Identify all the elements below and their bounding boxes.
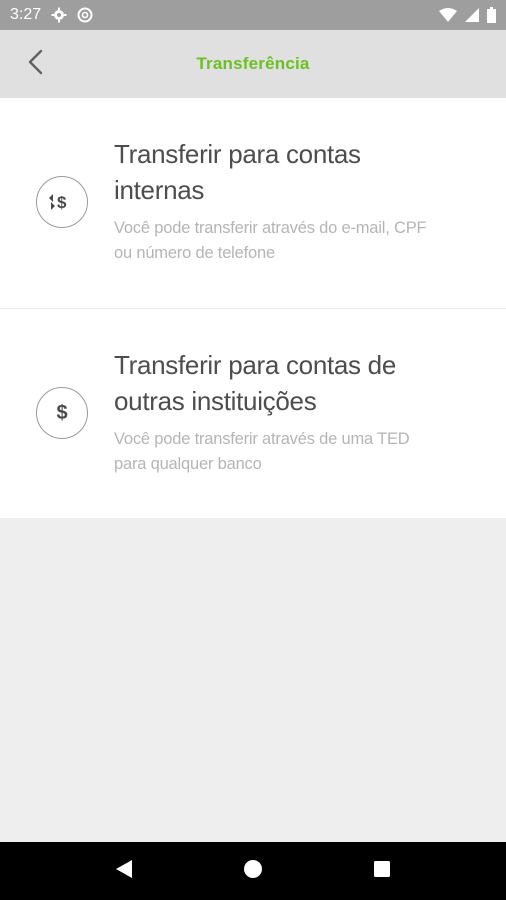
status-time: 3:27 [10,6,42,23]
option-desc-line: Você pode transferir através de uma TED [114,430,410,448]
chevron-left-icon [26,49,46,80]
option-desc-line: Você pode transferir através do e-mail, … [114,219,427,237]
option-title-line: internas [114,175,205,205]
vpn-icon [77,7,93,23]
nav-recents-button[interactable] [362,851,402,891]
back-button[interactable] [18,46,54,82]
signal-icon [465,8,479,22]
nav-home-button[interactable] [233,851,273,891]
wifi-icon [439,8,457,22]
option-internal-text: Transferir para contas internas Você pod… [114,136,476,266]
home-circle-icon [243,859,263,884]
status-right [439,7,496,23]
option-title-line: Transferir para contas de [114,350,397,380]
page-title: Transferência [196,54,310,73]
gear-icon [51,7,67,23]
option-title-line: Transferir para contas [114,139,361,169]
option-internal-transfer[interactable]: $ Transferir para contas internas Você p… [0,98,506,308]
transfer-options-list: $ Transferir para contas internas Você p… [0,98,506,518]
back-triangle-icon [115,859,133,884]
option-title: Transferir para contas internas [114,136,476,208]
option-description: Você pode transferir através do e-mail, … [114,216,476,266]
dollar-glyph: $ [56,401,68,424]
screen: 3:27 Transferência $ Transferir para con… [0,0,506,900]
dollar-icon: $ [36,387,88,439]
option-title: Transferir para contas de outras institu… [114,347,476,419]
option-description: Você pode transferir através de uma TED … [114,427,476,477]
option-desc-line: para qualquer banco [114,455,262,473]
option-desc-line: ou número de telefone [114,244,275,262]
recents-square-icon [373,860,391,883]
option-title-line: outras instituições [114,386,317,416]
app-bar: Transferência [0,30,506,98]
status-bar: 3:27 [0,0,506,30]
nav-back-button[interactable] [104,851,144,891]
svg-text:$: $ [57,193,67,212]
option-external-text: Transferir para contas de outras institu… [114,347,476,477]
nav-bar [0,842,506,900]
internal-transfer-icon: $ [36,176,88,228]
battery-icon [487,7,496,23]
option-external-transfer[interactable]: $ Transferir para contas de outras insti… [0,308,506,518]
status-left: 3:27 [10,6,93,24]
